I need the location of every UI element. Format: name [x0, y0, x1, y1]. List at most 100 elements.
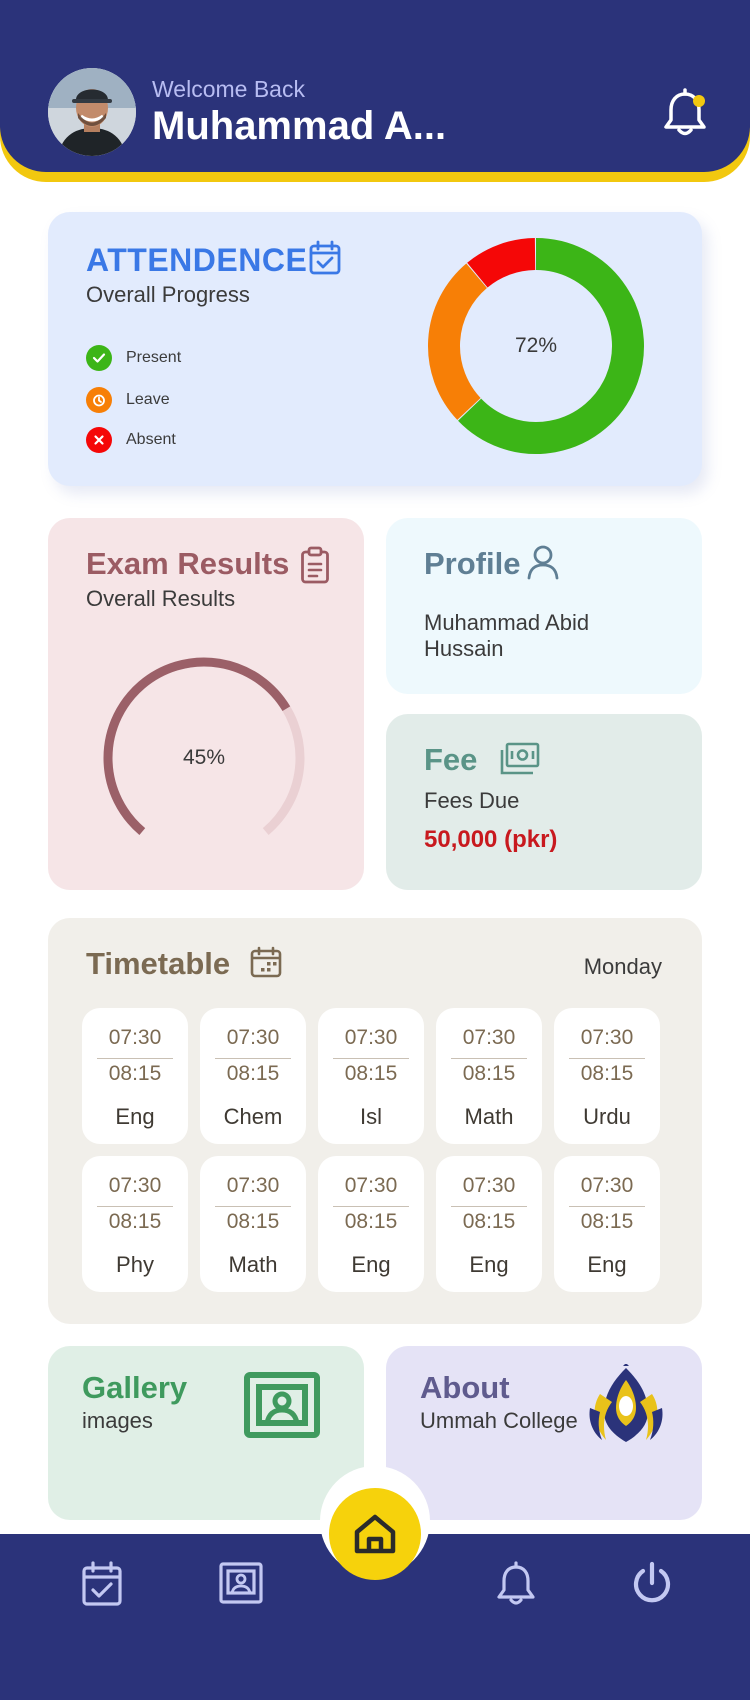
timetable-slot[interactable]: 07:30 08:15 Eng: [554, 1156, 660, 1292]
slot-subject: Eng: [351, 1252, 391, 1277]
college-logo-icon: [586, 1363, 666, 1446]
welcome-text: Welcome Back: [152, 76, 305, 102]
home-button[interactable]: [329, 1488, 421, 1580]
slot-divider: [569, 1206, 645, 1207]
fee-subtitle: Fees Due: [424, 788, 520, 813]
fee-amount: 50,000 (pkr): [424, 826, 558, 853]
calendar-check-icon: [308, 240, 342, 276]
slot-start: 07:30: [462, 1174, 516, 1197]
slot-end: 08:15: [344, 1062, 398, 1085]
username-text: Muhammad A...: [152, 104, 447, 148]
slot-end: 08:15: [108, 1062, 162, 1085]
slot-divider: [569, 1058, 645, 1059]
attendance-subtitle: Overall Progress: [86, 282, 250, 307]
legend-leave: Leave: [86, 386, 170, 414]
legend-present: Present: [86, 344, 181, 372]
slot-start: 07:30: [226, 1174, 280, 1197]
slot-end: 08:15: [462, 1062, 516, 1085]
slot-divider: [215, 1206, 291, 1207]
slot-divider: [333, 1206, 409, 1207]
slot-subject: Eng: [115, 1104, 155, 1129]
legend-label: Leave: [126, 391, 170, 408]
slot-start: 07:30: [462, 1026, 516, 1049]
slot-start: 07:30: [580, 1026, 634, 1049]
slot-end: 08:15: [344, 1210, 398, 1233]
legend-label: Absent: [126, 431, 176, 448]
timetable-slot[interactable]: 07:30 08:15 Eng: [436, 1156, 542, 1292]
slot-end: 08:15: [108, 1210, 162, 1233]
cross-icon: [86, 427, 112, 453]
slot-end: 08:15: [226, 1210, 280, 1233]
attendance-nav-icon[interactable]: [80, 1561, 124, 1607]
attendance-title: ATTENDENCE: [86, 242, 308, 278]
slot-start: 07:30: [108, 1174, 162, 1197]
user-icon: [526, 544, 560, 580]
timetable-slot[interactable]: 07:30 08:15 Eng: [318, 1156, 424, 1292]
slot-subject: Math: [228, 1252, 278, 1277]
calendar-icon: [250, 946, 282, 978]
slot-subject: Phy: [116, 1252, 154, 1277]
slot-start: 07:30: [344, 1026, 398, 1049]
timetable-title: Timetable: [86, 946, 231, 981]
gallery-icon: [242, 1372, 320, 1440]
attendance-card[interactable]: ATTENDENCE Overall Progress Present Leav…: [48, 212, 702, 486]
slot-divider: [215, 1058, 291, 1059]
about-card[interactable]: About Ummah College: [386, 1346, 702, 1520]
timetable-slot[interactable]: 07:30 08:15 Eng: [82, 1008, 188, 1144]
about-subtitle: Ummah College: [420, 1408, 578, 1433]
timetable-card[interactable]: Timetable Monday 07:30 08:15 Eng 07:30 0…: [48, 918, 702, 1324]
timetable-slot[interactable]: 07:30 08:15 Chem: [200, 1008, 306, 1144]
slot-end: 08:15: [226, 1062, 280, 1085]
notification-bell-icon[interactable]: [662, 88, 708, 138]
slot-end: 08:15: [580, 1062, 634, 1085]
clock-icon: [86, 387, 112, 413]
slot-subject: Urdu: [583, 1104, 631, 1129]
money-icon: [500, 742, 540, 776]
slot-subject: Math: [464, 1104, 514, 1129]
slot-start: 07:30: [108, 1026, 162, 1049]
timetable-slot[interactable]: 07:30 08:15 Phy: [82, 1156, 188, 1292]
exam-subtitle: Overall Results: [86, 586, 236, 611]
donut-center-label: 72%: [514, 334, 558, 357]
legend-label: Present: [126, 349, 182, 366]
slot-end: 08:15: [462, 1210, 516, 1233]
slot-subject: Isl: [360, 1104, 382, 1129]
fee-title: Fee: [424, 742, 478, 777]
timetable-slot[interactable]: 07:30 08:15 Math: [436, 1008, 542, 1144]
home-icon: [354, 1514, 396, 1554]
timetable-slot[interactable]: 07:30 08:15 Urdu: [554, 1008, 660, 1144]
gallery-title: Gallery: [82, 1370, 188, 1405]
slot-subject: Eng: [587, 1252, 627, 1277]
profile-name-line2: Hussain: [424, 636, 504, 661]
slot-divider: [97, 1206, 173, 1207]
profile-name: Muhammad Abid Hussain: [424, 610, 589, 662]
profile-name-line1: Muhammad Abid: [424, 610, 590, 635]
clipboard-icon: [300, 546, 330, 584]
slot-divider: [333, 1058, 409, 1059]
gallery-nav-icon[interactable]: [218, 1561, 263, 1607]
gauge-center-label: 45%: [182, 746, 226, 769]
slot-subject: Eng: [469, 1252, 509, 1277]
timetable-slot[interactable]: 07:30 08:15 Math: [200, 1156, 306, 1292]
slot-divider: [451, 1206, 527, 1207]
exam-title: Exam Results: [86, 546, 290, 581]
slot-start: 07:30: [344, 1174, 398, 1197]
about-title: About: [420, 1370, 510, 1405]
exam-results-card[interactable]: Exam Results Overall Results 45%: [48, 518, 364, 890]
slot-subject: Chem: [223, 1104, 283, 1129]
slot-divider: [451, 1058, 527, 1059]
avatar[interactable]: [48, 68, 136, 156]
profile-title: Profile: [424, 546, 521, 581]
slot-start: 07:30: [226, 1026, 280, 1049]
timetable-day[interactable]: Monday: [584, 954, 662, 980]
slot-end: 08:15: [580, 1210, 634, 1233]
timetable-slot[interactable]: 07:30 08:15 Isl: [318, 1008, 424, 1144]
notifications-nav-icon[interactable]: [494, 1561, 538, 1607]
check-icon: [86, 345, 112, 371]
gallery-card[interactable]: Gallery images: [48, 1346, 364, 1520]
profile-card[interactable]: Profile Muhammad Abid Hussain: [386, 518, 702, 694]
power-icon[interactable]: [630, 1561, 674, 1607]
fee-card[interactable]: Fee Fees Due 50,000 (pkr): [386, 714, 702, 890]
slot-start: 07:30: [580, 1174, 634, 1197]
slot-divider: [97, 1058, 173, 1059]
